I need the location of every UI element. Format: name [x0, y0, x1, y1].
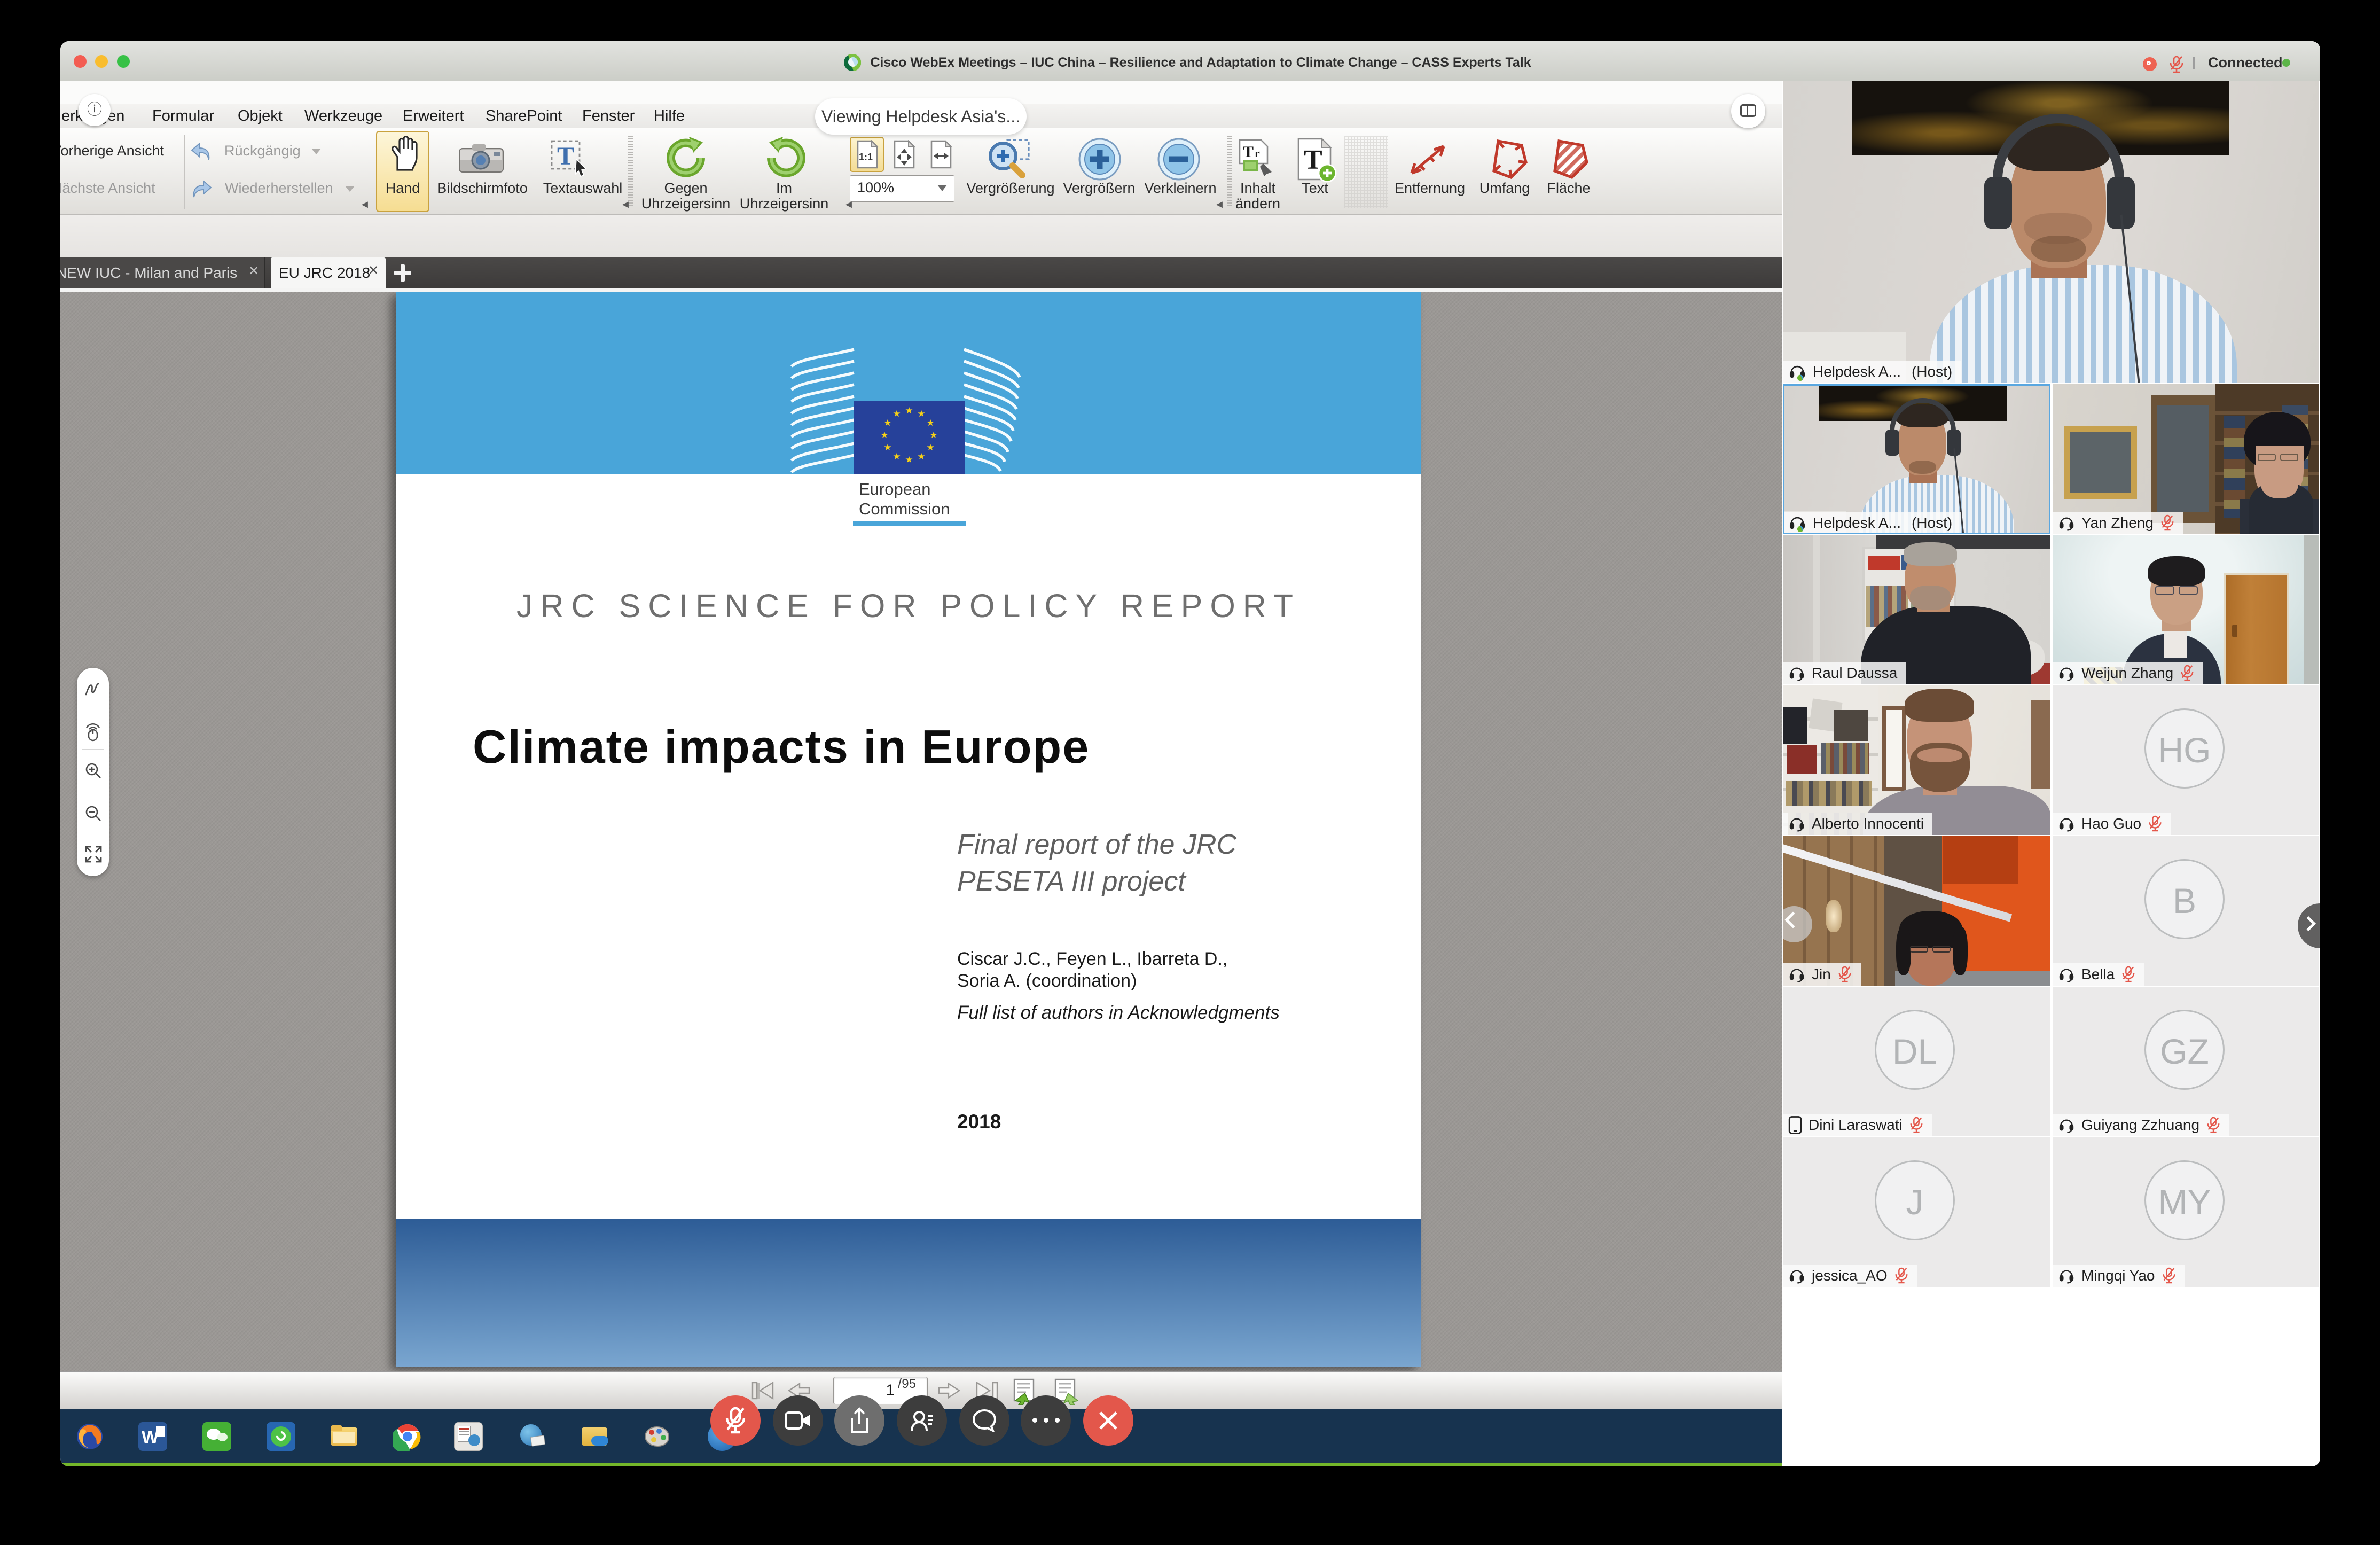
svg-text:★: ★ — [893, 409, 901, 419]
svg-text:★: ★ — [926, 418, 934, 428]
svg-text:★: ★ — [917, 451, 925, 462]
svg-text:★: ★ — [883, 418, 891, 428]
svg-text:★: ★ — [905, 455, 913, 465]
svg-text:★: ★ — [905, 405, 913, 416]
svg-text:★: ★ — [893, 451, 901, 462]
svg-text:T: T — [1243, 143, 1254, 161]
svg-text:r: r — [1255, 146, 1260, 160]
svg-text:★: ★ — [883, 442, 891, 452]
svg-text:★: ★ — [926, 442, 934, 452]
svg-text:★: ★ — [917, 409, 925, 419]
svg-text:★: ★ — [929, 430, 937, 440]
svg-text:T: T — [557, 142, 574, 170]
svg-text:★: ★ — [880, 430, 888, 440]
svg-text:1:1: 1:1 — [859, 152, 873, 162]
